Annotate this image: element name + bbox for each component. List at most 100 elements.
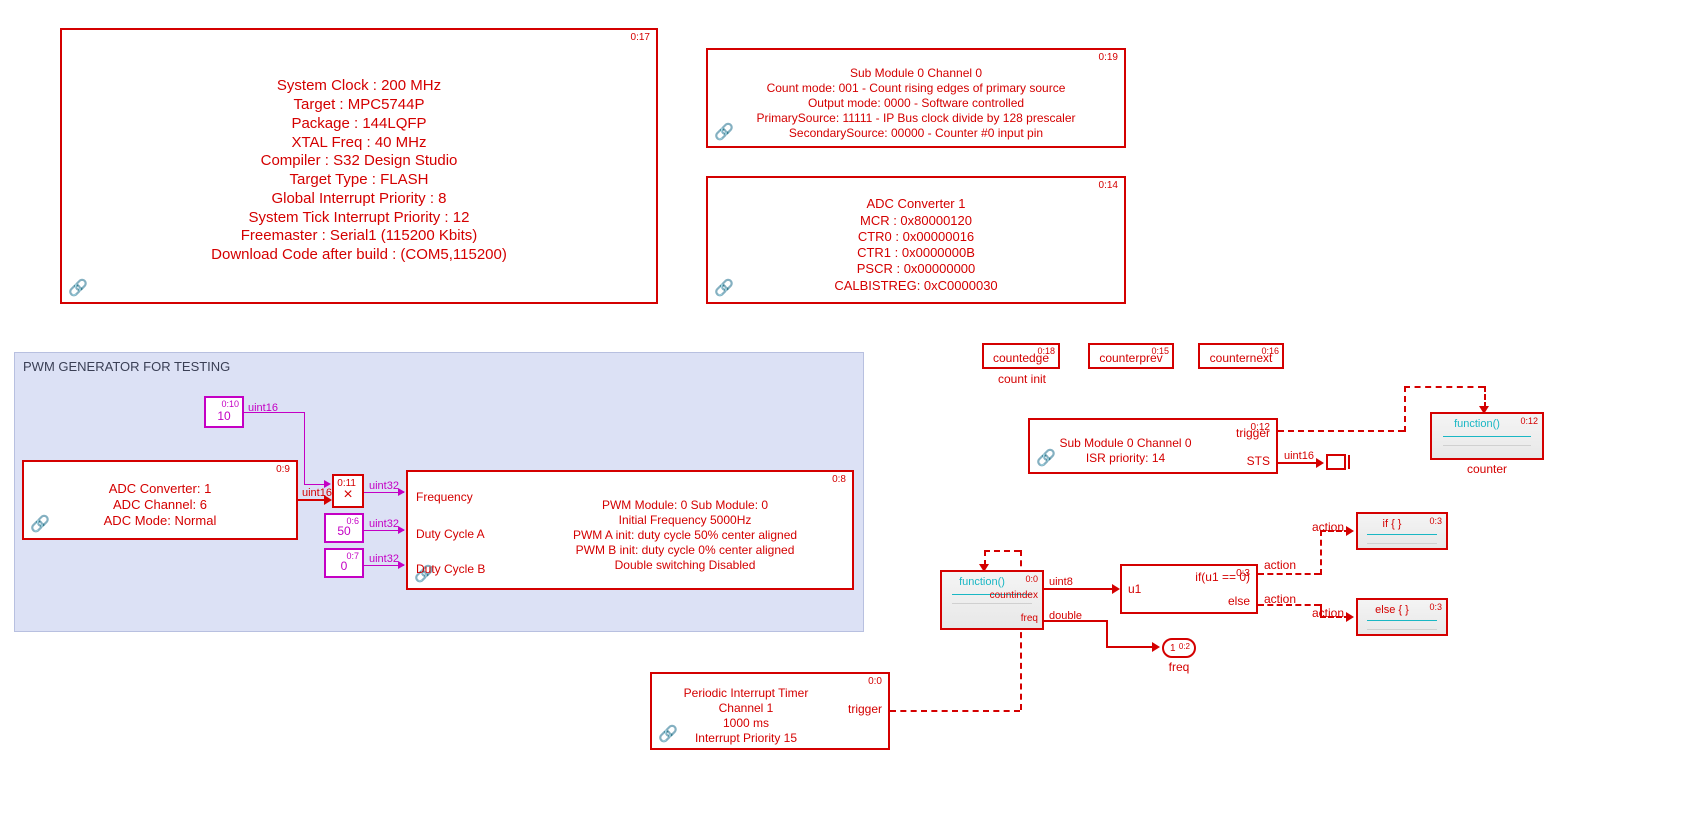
arrow-icon <box>1112 584 1120 594</box>
port-label: action <box>1312 520 1344 534</box>
text-line: SecondarySource: 00000 - Counter #0 inpu… <box>789 126 1043 141</box>
type-label: uint32 <box>369 518 399 530</box>
text-line: Sub Module 0 Channel 0 <box>850 66 982 81</box>
text-line: Periodic Interrupt Timer <box>684 686 809 701</box>
type-label: uint16 <box>1284 450 1314 462</box>
signal-line <box>1044 620 1106 622</box>
block-tag: 0:3 <box>1429 602 1442 612</box>
type-label: uint8 <box>1049 576 1073 588</box>
outport-freq[interactable]: 0:2 1 <box>1162 638 1196 658</box>
action-line <box>1258 573 1320 575</box>
group-title: PWM GENERATOR FOR TESTING <box>23 359 230 374</box>
text-line: Target Type : FLASH <box>290 171 429 190</box>
cond-label: if(u1 == 0) <box>1195 570 1250 584</box>
arrow-icon <box>1346 612 1354 622</box>
block-tag: 0:2 <box>1179 639 1190 655</box>
tag-label: countedge <box>984 351 1058 365</box>
text-line: CTR0 : 0x00000016 <box>858 229 974 245</box>
else-action-subsystem-block[interactable]: 0:3 else { } <box>1356 598 1448 636</box>
block-caption: counter <box>1430 462 1544 476</box>
port-label: countindex <box>990 590 1038 601</box>
countedge-tag-block[interactable]: 0:18 countedge <box>982 343 1060 369</box>
text-line: Global Interrupt Priority : 8 <box>271 190 446 209</box>
if-block[interactable]: 0:3 u1 if(u1 == 0) else <box>1120 564 1258 614</box>
text-line: Compiler : S32 Design Studio <box>261 152 458 171</box>
text-line: PWM A init: duty cycle 50% center aligne… <box>573 528 797 543</box>
port-label: Duty Cycle B <box>416 562 485 576</box>
trigger-line <box>1278 430 1404 432</box>
block-caption: count init <box>984 372 1060 386</box>
text-line: PWM Module: 0 Sub Module: 0 <box>602 498 768 513</box>
arrow-icon <box>1316 458 1324 468</box>
block-value: 10 <box>206 409 242 423</box>
block-tag: 0:19 <box>1099 52 1118 63</box>
text-line: CALBISTREG: 0xC0000030 <box>834 278 997 294</box>
port-label: Duty Cycle A <box>416 527 485 541</box>
trigger-line <box>1484 386 1486 408</box>
pwm-block[interactable]: 0:8 🔗 Frequency Duty Cycle A Duty Cycle … <box>406 470 854 590</box>
counternext-tag-block[interactable]: 0:16 counternext <box>1198 343 1284 369</box>
trigger-line <box>984 550 1020 552</box>
countindex-function-block[interactable]: 0:0 function() countindex freq <box>940 570 1044 630</box>
arrow-icon <box>324 495 332 505</box>
terminator-block[interactable] <box>1326 454 1346 470</box>
arrow-icon <box>1346 526 1354 536</box>
text-line: Output mode: 0000 - Software controlled <box>808 96 1024 111</box>
block-value: 50 <box>326 524 362 538</box>
arrow-icon <box>1152 642 1160 652</box>
signal-line <box>304 412 305 484</box>
block-tag: 0:3 <box>1429 516 1442 526</box>
text-line: Freemaster : Serial1 (115200 Kbits) <box>241 227 478 246</box>
text-line: Package : 144LQFP <box>291 115 426 134</box>
text-line: System Tick Interrupt Priority : 12 <box>249 209 470 228</box>
constant-10-block[interactable]: 0:10 10 <box>204 396 244 428</box>
counter-function-block[interactable]: 0:12 function() <box>1430 412 1544 460</box>
system-config-block[interactable]: 0:17 🔗 System Clock : 200 MHz Target : M… <box>60 28 658 304</box>
text-line: CTR1 : 0x0000000B <box>857 245 975 261</box>
else-label: else <box>1228 594 1250 608</box>
text-line: Target : MPC5744P <box>294 96 425 115</box>
text-line: PWM B init: duty cycle 0% center aligned <box>576 543 795 558</box>
constant-50-block[interactable]: 0:6 50 <box>324 513 364 543</box>
pit-block[interactable]: 0:0 🔗 Periodic Interrupt Timer Channel 1… <box>650 672 890 750</box>
block-caption: freq <box>1158 660 1200 674</box>
product-block[interactable]: 0:11 × <box>332 474 364 508</box>
text-line: ADC Mode: Normal <box>104 513 217 529</box>
counterprev-tag-block[interactable]: 0:15 counterprev <box>1088 343 1174 369</box>
text-line: Double switching Disabled <box>615 558 756 573</box>
etimer-config-block[interactable]: 0:19 🔗 Sub Module 0 Channel 0 Count mode… <box>706 48 1126 148</box>
text-line: Interrupt Priority 15 <box>695 731 797 746</box>
text-line: PSCR : 0x00000000 <box>857 261 976 277</box>
text-line: ADC Converter 1 <box>867 196 966 212</box>
block-tag: 0:0 <box>868 676 882 687</box>
block-tag: 0:9 <box>276 464 290 475</box>
text-line: Channel 1 <box>719 701 774 716</box>
function-label: else { } <box>1358 604 1426 616</box>
arrow-icon <box>398 488 405 496</box>
trigger-line <box>1404 386 1484 388</box>
if-action-subsystem-block[interactable]: 0:3 if { } <box>1356 512 1448 550</box>
port-label: trigger <box>1236 426 1270 440</box>
block-tag: 0:0 <box>1025 574 1038 584</box>
type-label: uint32 <box>369 553 399 565</box>
etimer-isr-block[interactable]: 0:12 🔗 Sub Module 0 Channel 0 ISR priori… <box>1028 418 1278 474</box>
trigger-line <box>890 710 1020 712</box>
text-line: XTAL Freq : 40 MHz <box>291 134 426 153</box>
port-label: freq <box>1021 613 1038 624</box>
arrow-icon <box>324 480 331 488</box>
arrow-icon <box>398 561 405 569</box>
block-tag: 0:8 <box>832 474 846 485</box>
type-label: uint32 <box>369 480 399 492</box>
function-label: function() <box>942 576 1022 588</box>
adc-read-block[interactable]: 0:9 🔗 ADC Converter: 1 ADC Channel: 6 AD… <box>22 460 298 540</box>
adc-config-block[interactable]: 0:14 🔗 ADC Converter 1 MCR : 0x80000120 … <box>706 176 1126 304</box>
block-tag: 0:12 <box>1520 416 1538 426</box>
port-label: trigger <box>848 702 882 716</box>
text-line: Count mode: 001 - Count rising edges of … <box>767 81 1066 96</box>
block-tag: 0:10 <box>221 399 239 409</box>
tag-label: counternext <box>1200 351 1282 365</box>
text-line: MCR : 0x80000120 <box>860 213 972 229</box>
signal-line <box>244 412 304 413</box>
function-label: function() <box>1432 418 1522 430</box>
constant-0-block[interactable]: 0:7 0 <box>324 548 364 578</box>
